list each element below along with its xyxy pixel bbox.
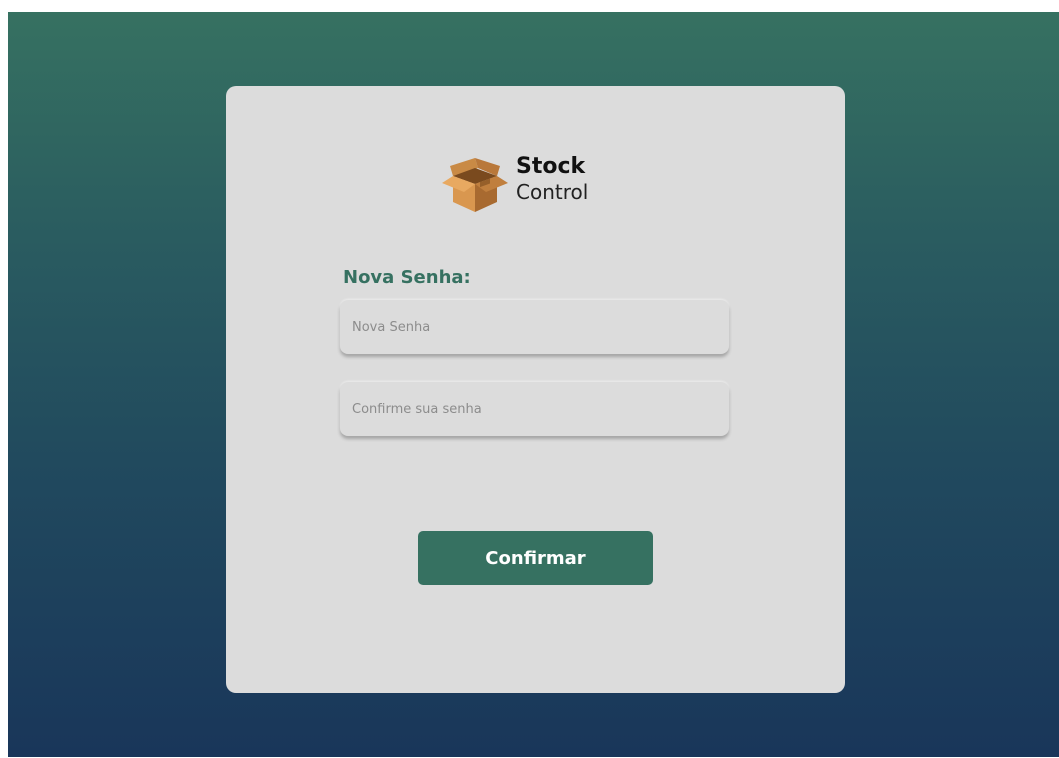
app-background: Stock Control Nova Senha: Confirmar xyxy=(8,12,1059,757)
new-password-label: Nova Senha: xyxy=(343,267,471,288)
new-password-input[interactable] xyxy=(340,300,729,354)
confirm-password-input[interactable] xyxy=(340,382,729,436)
logo: Stock Control xyxy=(442,152,612,214)
logo-subtitle: Control xyxy=(516,180,589,204)
cardboard-box-icon xyxy=(442,158,508,212)
logo-title: Stock xyxy=(516,154,586,179)
reset-password-card: Stock Control Nova Senha: Confirmar xyxy=(226,86,845,693)
confirm-button[interactable]: Confirmar xyxy=(418,531,653,585)
